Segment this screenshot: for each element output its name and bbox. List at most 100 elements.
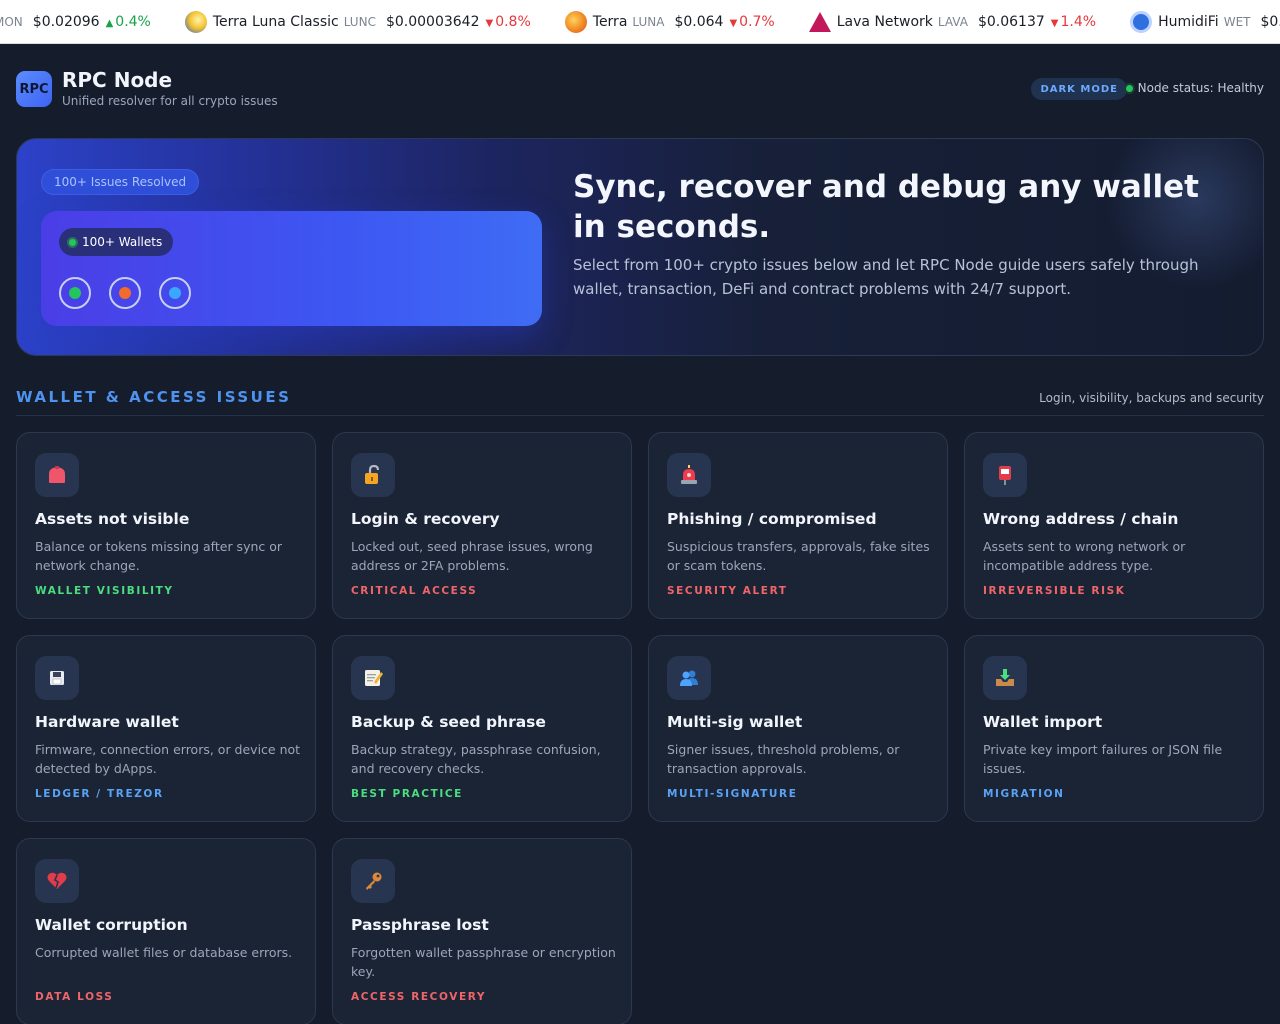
ticker-symbol: MON (0, 15, 23, 29)
card-tag: BEST PRACTICE (351, 788, 463, 800)
card-title: Assets not visible (35, 510, 190, 528)
section-divider (16, 415, 1264, 416)
lock-icon (351, 453, 395, 497)
ticker-change: ▲ 0.4% (105, 14, 151, 30)
card-title: Wallet corruption (35, 916, 188, 934)
issue-card-hardware-wallet[interactable]: Hardware wallet Firmware, connection err… (16, 635, 316, 822)
arrow-down-icon: ▼ (1050, 18, 1059, 29)
card-title: Wrong address / chain (983, 510, 1179, 528)
issue-card-assets-not-visible[interactable]: Assets not visible Balance or tokens mis… (16, 432, 316, 619)
card-tag: CRITICAL ACCESS (351, 585, 478, 597)
issues-resolved-badge: 100+ Issues Resolved (41, 169, 200, 195)
ticker-price: $0.06137 (977, 14, 1045, 30)
price-ticker: MON $0.02096 ▲0.4% Terra Luna Classic LU… (0, 0, 1280, 44)
ticker-name: Terra (592, 14, 628, 30)
ticker-change: ▼ 1.4% (1050, 14, 1097, 30)
broken-heart-icon (35, 859, 79, 903)
ticker-price: $0.0829 (1260, 14, 1280, 30)
floppy-disk-icon (35, 656, 79, 700)
ticker-change: ▼ 0.8% (485, 14, 531, 30)
issue-card-phishing[interactable]: Phishing / compromised Suspicious transf… (648, 432, 948, 619)
ticker-name: Terra Luna Classic (212, 14, 339, 30)
lunc-logo-icon (184, 11, 207, 33)
memo-icon (351, 656, 395, 700)
ticker-item-mon[interactable]: MON $0.02096 ▲0.4% (0, 14, 151, 30)
hero-banner: 100+ Issues Resolved 100+ Wallets Sync, … (16, 138, 1264, 356)
wallet-dot-orange (109, 277, 141, 309)
card-description: Private key import failures or JSON file… (983, 742, 1223, 776)
wallets-card: 100+ Wallets (41, 211, 542, 326)
card-tag: IRREVERSIBLE RISK (983, 585, 1126, 597)
card-description: Locked out, seed phrase issues, wrong ad… (351, 539, 593, 573)
ticker-price: $0.02096 (32, 14, 100, 30)
key-icon (351, 859, 395, 903)
ticker-price: $0.00003642 (385, 14, 480, 30)
wallet-dot-green (59, 277, 91, 309)
issue-card-backup-seed[interactable]: Backup & seed phrase Backup strategy, pa… (332, 635, 632, 822)
card-title: Login & recovery (351, 510, 500, 528)
issue-card-wallet-corruption[interactable]: Wallet corruption Corrupted wallet files… (16, 838, 316, 1024)
card-description: Balance or tokens missing after sync or … (35, 539, 283, 573)
wallet-icon (35, 453, 79, 497)
section-title: WALLET & ACCESS ISSUES (16, 388, 292, 406)
ticker-symbol: LUNC (343, 15, 376, 29)
issue-card-login-recovery[interactable]: Login & recovery Locked out, seed phrase… (332, 432, 632, 619)
card-description: Assets sent to wrong network or incompat… (983, 539, 1186, 573)
card-description: Firmware, connection errors, or device n… (35, 742, 301, 776)
users-icon (667, 656, 711, 700)
ticker-name: Lava Network (836, 14, 933, 30)
hero-title: Sync, recover and debug any wallet in se… (573, 169, 1199, 245)
app-title: RPC Node (62, 68, 173, 92)
card-title: Wallet import (983, 713, 1103, 731)
status-dot-icon (1123, 82, 1135, 94)
card-title: Multi-sig wallet (667, 713, 803, 731)
arrow-down-icon: ▼ (485, 18, 494, 29)
arrow-down-icon: ▼ (729, 18, 738, 29)
issue-card-multisig[interactable]: Multi-sig wallet Signer issues, threshol… (648, 635, 948, 822)
card-tag: DATA LOSS (35, 991, 114, 1003)
app-header: RPC RPC Node Unified resolver for all cr… (16, 68, 1264, 112)
app-subtitle: Unified resolver for all crypto issues (62, 94, 278, 108)
section-subtitle: Login, visibility, backups and security (1039, 391, 1264, 405)
card-tag: SECURITY ALERT (667, 585, 788, 597)
card-description: Signer issues, threshold problems, or tr… (667, 742, 900, 776)
wallets-label: 100+ Wallets (82, 235, 163, 249)
card-tag: ACCESS RECOVERY (351, 991, 487, 1003)
ticker-name: HumidiFi (1158, 14, 1219, 30)
ticker-price: $0.064 (674, 14, 724, 30)
node-status-text: Node status: Healthy (1137, 81, 1264, 95)
ticker-symbol: LUNA (632, 15, 665, 29)
inbox-tray-icon (983, 656, 1027, 700)
card-description: Forgotten wallet passphrase or encryptio… (351, 945, 616, 979)
issue-card-passphrase-lost[interactable]: Passphrase lost Forgotten wallet passphr… (332, 838, 632, 1024)
card-tag: WALLET VISIBILITY (35, 585, 174, 597)
ticker-item-luna[interactable]: Terra LUNA $0.064 ▼ 0.7% (564, 11, 775, 33)
hero-description: Select from 100+ crypto issues below and… (573, 256, 1199, 298)
lava-logo-icon (808, 12, 831, 32)
ticker-symbol: WET (1223, 15, 1251, 29)
rpc-logo[interactable]: RPC (16, 71, 52, 107)
card-title: Hardware wallet (35, 713, 179, 731)
arrow-up-icon: ▲ (105, 18, 114, 29)
wallets-pill: 100+ Wallets (59, 228, 174, 256)
node-status: Node status: Healthy (1123, 81, 1264, 95)
humidifi-logo-icon (1130, 11, 1153, 33)
luna-logo-icon (564, 11, 587, 33)
postbox-icon (983, 453, 1027, 497)
card-description: Backup strategy, passphrase confusion, a… (351, 742, 601, 776)
ticker-item-lava[interactable]: Lava Network LAVA $0.06137 ▼ 1.4% (808, 12, 1097, 32)
dark-mode-toggle[interactable]: DARK MODE (1031, 78, 1127, 100)
card-title: Phishing / compromised (667, 510, 877, 528)
card-description: Suspicious transfers, approvals, fake si… (667, 539, 930, 573)
ticker-item-wet[interactable]: HumidiFi WET $0.0829 (1130, 11, 1280, 33)
status-dot-icon (67, 236, 78, 248)
wallet-dot-blue (159, 277, 191, 309)
card-description: Corrupted wallet files or database error… (35, 945, 293, 960)
card-tag: MIGRATION (983, 788, 1065, 800)
issue-card-wallet-import[interactable]: Wallet import Private key import failure… (964, 635, 1264, 822)
ticker-change: ▼ 0.7% (729, 14, 775, 30)
issue-card-wrong-address[interactable]: Wrong address / chain Assets sent to wro… (964, 432, 1264, 619)
card-title: Passphrase lost (351, 916, 489, 934)
ticker-item-lunc[interactable]: Terra Luna Classic LUNC $0.00003642 ▼ 0.8… (184, 11, 531, 33)
card-tag: MULTI-SIGNATURE (667, 788, 798, 800)
